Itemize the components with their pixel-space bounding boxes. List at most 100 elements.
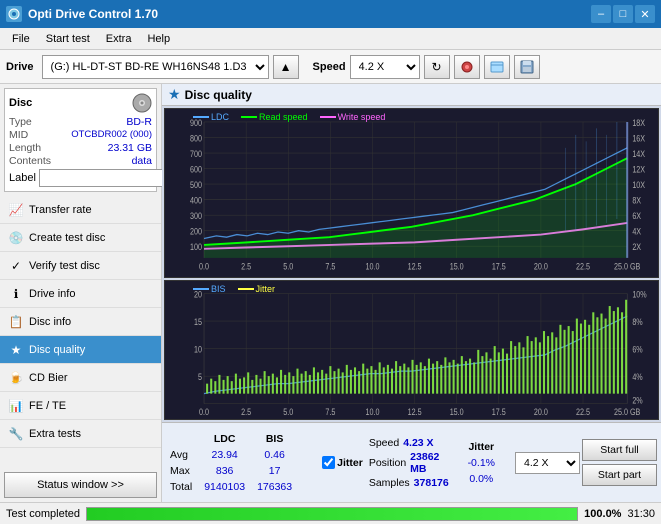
transfer-rate-icon: 📈 [8,202,24,218]
content-title: Disc quality [185,88,252,102]
svg-text:18X: 18X [632,118,645,128]
toolbar: Drive (G:) HL-DT-ST BD-RE WH16NS48 1.D3 … [0,50,661,84]
svg-text:200: 200 [190,227,202,237]
drive-label: Drive [6,61,34,73]
jitter-checkbox[interactable] [322,456,335,469]
menu-extra[interactable]: Extra [98,31,140,47]
disc-info-label: Disc info [29,316,71,328]
menu-help[interactable]: Help [139,31,178,47]
svg-text:22.5: 22.5 [576,408,590,418]
sidebar-item-create-test[interactable]: 💿 Create test disc [0,224,161,252]
max-ldc: 836 [202,464,253,478]
mid-value: OTCBDR002 (000) [71,129,152,141]
fe-te-icon: 📊 [8,398,24,414]
start-buttons: Start full Start part [582,439,657,486]
settings-button1[interactable] [454,55,480,79]
disc-info-panel: Disc Type BD-R MID OTCBDR002 (000) Lengt… [4,88,157,192]
svg-text:15.0: 15.0 [450,408,464,418]
titlebar: Opti Drive Control 1.70 – □ ✕ [0,0,661,28]
svg-text:15: 15 [194,317,202,327]
ldc-legend: LDC [193,112,229,122]
speed-position-section: Speed 4.23 X Position 23862 MB Samples 3… [369,437,456,489]
bis-legend: BIS [193,284,226,294]
status-bar: Test completed 100.0% 31:30 [0,502,661,524]
sidebar-item-disc-quality[interactable]: ★ Disc quality [0,336,161,364]
speed-label: Speed [313,61,346,73]
refresh-button[interactable]: ↻ [424,55,450,79]
svg-text:20.0: 20.0 [534,262,548,272]
content-header: ★ Disc quality [162,84,661,106]
menu-start-test[interactable]: Start test [38,31,98,47]
status-window-button[interactable]: Status window >> [4,472,157,498]
disc-label-input[interactable] [39,169,173,187]
minimize-button[interactable]: – [591,5,611,23]
settings-button2[interactable] [484,55,510,79]
menu-file[interactable]: File [4,31,38,47]
svg-text:12.5: 12.5 [408,262,422,272]
disc-info-icon: 📋 [8,314,24,330]
avg-ldc: 23.94 [202,448,253,462]
svg-text:7.5: 7.5 [325,408,335,418]
disc-panel-icon [132,93,152,113]
stats-row: LDC BIS Avg 23.94 0.46 Max 836 17 [162,422,661,502]
sidebar-item-extra-tests[interactable]: 🔧 Extra tests [0,420,161,448]
svg-text:6X: 6X [632,211,641,221]
sidebar: Disc Type BD-R MID OTCBDR002 (000) Lengt… [0,84,162,502]
create-test-label: Create test disc [29,232,105,244]
start-full-button[interactable]: Start full [582,439,657,461]
speed-stat-value: 4.23 X [403,437,433,449]
start-part-button[interactable]: Start part [582,464,657,486]
drive-info-icon: ℹ [8,286,24,302]
svg-text:10.0: 10.0 [365,408,379,418]
avg-label: Avg [168,448,200,462]
type-label: Type [9,116,32,128]
svg-text:10%: 10% [632,290,646,300]
jitter-stats: Jitter -0.1% 0.0% [464,438,505,488]
length-value: 23.31 GB [108,142,152,154]
drive-select[interactable]: (G:) HL-DT-ST BD-RE WH16NS48 1.D3 [42,55,269,79]
svg-text:15.0: 15.0 [450,262,464,272]
sidebar-item-drive-info[interactable]: ℹ Drive info [0,280,161,308]
svg-text:8X: 8X [632,196,641,206]
top-chart-svg: 900 800 700 600 500 400 300 200 100 18X … [165,109,658,277]
svg-text:300: 300 [190,211,202,221]
bottom-chart: BIS Jitter [164,280,659,420]
max-label: Max [168,464,200,478]
sidebar-item-transfer-rate[interactable]: 📈 Transfer rate [0,196,161,224]
transfer-rate-label: Transfer rate [29,204,92,216]
total-bis: 176363 [255,480,300,494]
sidebar-item-cd-bier[interactable]: 🍺 CD Bier [0,364,161,392]
type-value: BD-R [126,116,152,128]
nav-list: 📈 Transfer rate 💿 Create test disc ✓ Ver… [0,196,161,448]
jitter-label[interactable]: Jitter [322,456,363,469]
svg-text:14X: 14X [632,149,645,159]
menubar: File Start test Extra Help [0,28,661,50]
svg-text:22.5: 22.5 [576,262,590,272]
sidebar-item-disc-info[interactable]: 📋 Disc info [0,308,161,336]
avg-jitter: -0.1% [466,456,503,470]
svg-text:4%: 4% [632,373,642,383]
app-icon [6,6,22,22]
svg-text:10: 10 [194,345,202,355]
speed-select[interactable]: 4.2 X 1.0 X 2.0 X 6.0 X 8.0 X [350,55,420,79]
fe-te-label: FE / TE [29,400,66,412]
svg-text:500: 500 [190,180,202,190]
disc-quality-icon: ★ [8,342,24,358]
disc-label-label: Label [9,172,36,184]
eject-button[interactable]: ▲ [273,55,299,79]
progress-fill [87,508,577,520]
sidebar-item-fe-te[interactable]: 📊 FE / TE [0,392,161,420]
svg-text:0.0: 0.0 [199,408,209,418]
max-jitter: 0.0% [466,472,503,486]
save-button[interactable] [514,55,540,79]
progress-percent: 100.0% [584,508,621,520]
maximize-button[interactable]: □ [613,5,633,23]
stats-speed-select[interactable]: 4.2 X 1.0 X 2.0 X 6.0 X [515,452,580,474]
sidebar-item-verify-test[interactable]: ✓ Verify test disc [0,252,161,280]
close-button[interactable]: ✕ [635,5,655,23]
samples-stat-label: Samples [369,477,410,489]
verify-test-icon: ✓ [8,258,24,274]
svg-text:400: 400 [190,196,202,206]
bottom-chart-legend: BIS Jitter [193,284,275,294]
length-label: Length [9,142,41,154]
